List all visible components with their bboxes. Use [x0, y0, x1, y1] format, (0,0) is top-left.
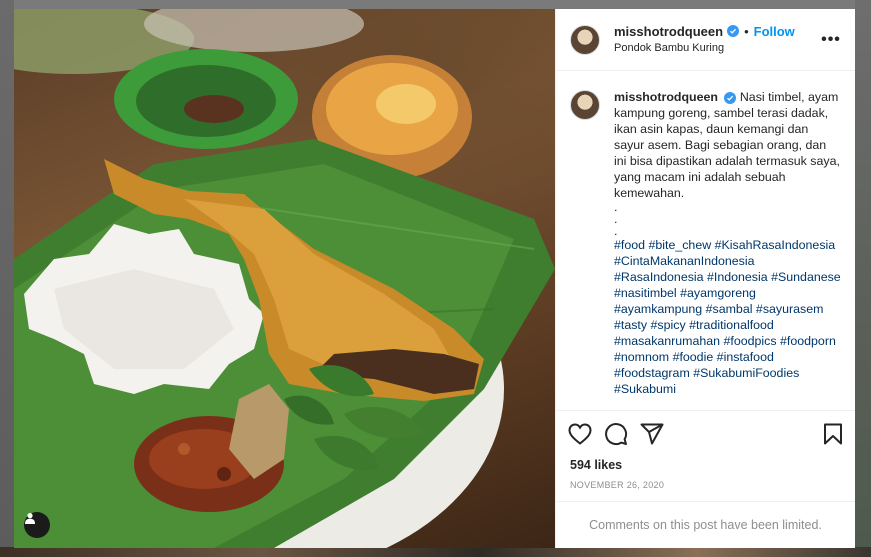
caption-dot: .: [614, 212, 618, 226]
caption-dot: .: [614, 200, 618, 214]
hashtag-link[interactable]: #instafood: [717, 350, 774, 364]
likes-count[interactable]: 594 likes: [556, 458, 855, 472]
hashtag-link[interactable]: #food: [614, 238, 645, 252]
food-illustration: [14, 9, 555, 548]
caption-body: Nasi timbel, ayam kampung goreng, sambel…: [614, 90, 840, 200]
avatar[interactable]: [570, 90, 600, 120]
hashtag-link[interactable]: #traditionalfood: [689, 318, 774, 332]
like-button[interactable]: [568, 421, 604, 447]
hashtag-list: #food #bite_chew #KisahRasaIndonesia #Ci…: [614, 237, 841, 397]
action-bar: [556, 411, 855, 457]
bookmark-icon: [824, 423, 842, 445]
hashtag-link[interactable]: #foodpics: [724, 334, 777, 348]
hashtag-link[interactable]: #sayurasem: [756, 302, 824, 316]
verified-badge-icon: [727, 25, 740, 37]
hashtag-link[interactable]: #foodie: [673, 350, 714, 364]
hashtag-link[interactable]: #nomnom: [614, 350, 669, 364]
hashtag-link[interactable]: #Indonesia: [707, 270, 768, 284]
hashtag-link[interactable]: #nasitimbel: [614, 286, 677, 300]
hashtag-link[interactable]: #RasaIndonesia: [614, 270, 704, 284]
hashtag-link[interactable]: #spicy: [651, 318, 686, 332]
backdrop-right: [855, 0, 871, 557]
hashtag-link[interactable]: #bite_chew: [648, 238, 711, 252]
hashtag-link[interactable]: #Sukabumi: [614, 382, 676, 396]
caption-username[interactable]: misshotrodqueen: [614, 90, 718, 104]
comment-button[interactable]: [604, 421, 640, 447]
post-photo[interactable]: [14, 9, 555, 548]
avatar[interactable]: [570, 24, 600, 55]
hashtag-link[interactable]: #ayamkampung: [614, 302, 702, 316]
comments-limited-notice: Comments on this post have been limited.: [556, 501, 855, 548]
hashtag-link[interactable]: #tasty: [614, 318, 647, 332]
more-options-button[interactable]: •••: [821, 31, 841, 49]
user-silhouette-icon: [25, 513, 35, 524]
verified-badge-icon: [724, 92, 737, 104]
post-header: misshotrodqueen • Follow Pondok Bambu Ku…: [556, 9, 855, 71]
share-button[interactable]: [640, 421, 676, 447]
hashtag-link[interactable]: #ayamgoreng: [680, 286, 756, 300]
location-link[interactable]: Pondok Bambu Kuring: [614, 41, 821, 56]
user-row: misshotrodqueen • Follow: [614, 24, 821, 39]
caption: misshotrodqueen Nasi timbel, ayam kampun…: [614, 89, 841, 410]
hashtag-link[interactable]: #sambal: [706, 302, 753, 316]
save-button[interactable]: [819, 421, 843, 447]
comment-bubble-icon: [605, 423, 628, 446]
paper-plane-icon: [640, 423, 664, 445]
heart-icon: [568, 423, 592, 445]
caption-section: misshotrodqueen Nasi timbel, ayam kampun…: [556, 71, 855, 411]
hashtag-link[interactable]: #CintaMakananIndonesia: [614, 254, 755, 268]
post-date[interactable]: NOVEMBER 26, 2020: [556, 480, 855, 490]
hashtag-link[interactable]: #foodporn: [780, 334, 836, 348]
follow-button[interactable]: Follow: [754, 24, 795, 39]
backdrop-left: [0, 0, 14, 557]
hashtag-link[interactable]: #masakanrumahan: [614, 334, 720, 348]
separator-dot: •: [744, 23, 749, 39]
caption-dot: .: [614, 224, 618, 238]
username-link[interactable]: misshotrodqueen: [614, 24, 723, 39]
header-user-info: misshotrodqueen • Follow Pondok Bambu Ku…: [614, 24, 821, 56]
hashtag-link[interactable]: #SukabumiFoodies: [693, 366, 799, 380]
tagged-users-button[interactable]: [24, 512, 50, 538]
hashtag-link[interactable]: #KisahRasaIndonesia: [715, 238, 836, 252]
backdrop-gallery: [0, 547, 871, 557]
hashtag-link[interactable]: #Sundanese: [771, 270, 841, 284]
hashtag-link[interactable]: #foodstagram: [614, 366, 690, 380]
post-side-panel: misshotrodqueen • Follow Pondok Bambu Ku…: [555, 9, 855, 548]
